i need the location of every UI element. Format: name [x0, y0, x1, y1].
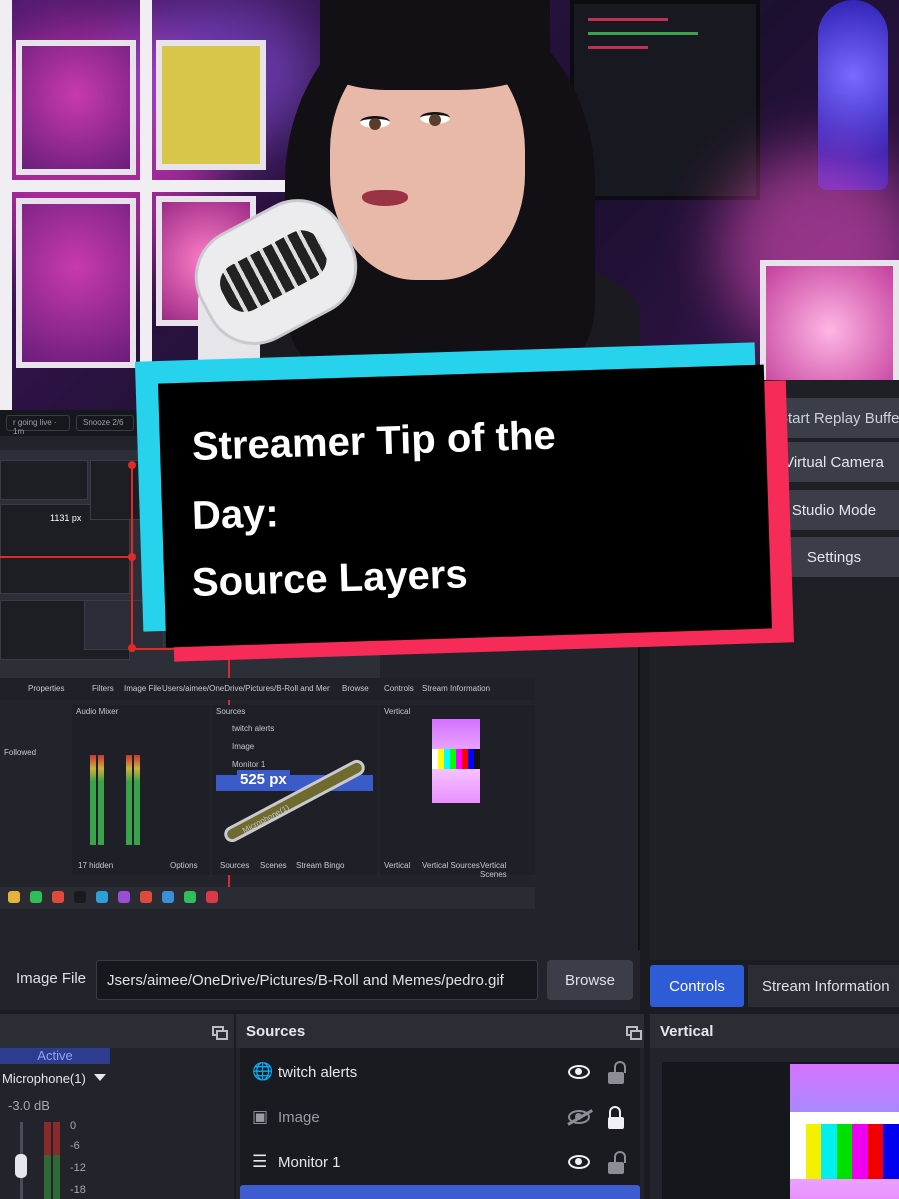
shelf-side: [0, 0, 12, 410]
guide-handle: [128, 461, 136, 469]
inner-tab-vertical[interactable]: Vertical: [384, 861, 410, 870]
mixer-db-value: -3.0 dB: [8, 1098, 50, 1113]
inner-followed: Followed: [4, 748, 37, 757]
measure-525: 525 px: [237, 770, 290, 789]
person-bangs: [320, 0, 550, 90]
sources-title: Sources: [236, 1014, 644, 1048]
inner-browse-button[interactable]: Browse: [342, 684, 369, 693]
undock-icon[interactable]: [212, 1026, 228, 1040]
inner-tab-scenes[interactable]: Scenes: [260, 861, 287, 870]
source-label: twitch alerts: [278, 1063, 358, 1081]
db-tick: -18: [70, 1184, 86, 1196]
source-label: Image: [278, 1108, 320, 1126]
source-row-twitch-alerts[interactable]: 🌐 twitch alerts: [240, 1050, 640, 1094]
inner-vertical-dock: Vertical Vertical Vertical Sources Verti…: [380, 705, 535, 879]
inner-tab-vertical-sources[interactable]: Vertical Sources: [422, 861, 480, 870]
chrome-icon: [52, 891, 64, 903]
inner-tab-sources[interactable]: Sources: [220, 861, 249, 870]
browse-button[interactable]: Browse: [547, 960, 633, 1000]
vertical-title: Vertical: [650, 1014, 899, 1048]
source-row-selected[interactable]: [240, 1185, 640, 1199]
twitch-icon: [118, 891, 130, 903]
eye-icon[interactable]: [568, 1155, 590, 1169]
inner-filters-button[interactable]: Filters: [92, 684, 114, 693]
inner-stream-info-tab[interactable]: Stream Information: [422, 684, 490, 693]
yellow-plush: [156, 40, 266, 170]
image-file-label: Image File: [16, 970, 87, 987]
app-icon: [96, 891, 108, 903]
inner-controls-tab[interactable]: Controls: [384, 684, 414, 693]
image-icon: ▣: [252, 1107, 269, 1126]
color-bars: [790, 1124, 899, 1179]
lock-icon[interactable]: [608, 1106, 624, 1129]
chevron-down-icon[interactable]: [94, 1074, 106, 1081]
unlock-icon[interactable]: [608, 1061, 626, 1084]
inner-audio-mixer: Audio Mixer 17 hidden Options: [72, 705, 210, 875]
inner-image-file-label: Image File: [124, 684, 162, 693]
snooze-chip: Snooze 2/6: [76, 415, 134, 431]
inner-properties-bar: Properties Filters Image File Users/aime…: [0, 678, 535, 700]
plush-figure: [16, 198, 136, 368]
tab-controls[interactable]: Controls: [650, 965, 744, 1007]
undock-icon[interactable]: [626, 1026, 642, 1040]
vertical-preview: [790, 1064, 899, 1199]
browser-icon: [140, 891, 152, 903]
db-tick: 0: [70, 1120, 77, 1132]
mixer-active-badge: Active: [0, 1048, 110, 1064]
inner-source-row[interactable]: twitch alerts: [216, 721, 373, 737]
list-icon: ☰: [252, 1152, 268, 1171]
source-label: Monitor 1: [278, 1153, 341, 1171]
inner-options-button[interactable]: Options: [170, 861, 198, 870]
guide-handle: [128, 644, 136, 652]
globe-icon: 🌐: [252, 1062, 274, 1081]
source-row-monitor-1[interactable]: ☰ Monitor 1: [240, 1140, 640, 1184]
inner-taskbar: [0, 887, 535, 909]
inner-vertical-preview: [432, 719, 480, 803]
inner-properties-button[interactable]: Properties: [28, 684, 64, 693]
volume-meter-left-level: [44, 1155, 51, 1199]
audio-mixer-header: [0, 1014, 234, 1048]
app-icon: [162, 891, 174, 903]
db-tick: -12: [70, 1162, 86, 1174]
spotify-icon: [30, 891, 42, 903]
person-eye-right: [420, 112, 450, 126]
going-live-chip: r going live · 1m: [6, 415, 70, 436]
mixer-channel-name[interactable]: Microphone(1): [2, 1071, 86, 1086]
inner-tab-vertical-scenes[interactable]: Vertical Scenes: [480, 861, 535, 879]
right-plush: [760, 260, 899, 400]
source-row-image[interactable]: ▣ Image: [240, 1095, 640, 1139]
person-eye-left: [360, 116, 390, 130]
title-line-3: Source Layers: [191, 552, 469, 605]
pin-icon: [206, 891, 218, 903]
guide-line: [0, 556, 132, 558]
obs-icon: [74, 891, 86, 903]
person-mouth: [362, 190, 408, 206]
image-file-path-input[interactable]: [96, 960, 538, 1000]
volume-slider-handle[interactable]: [15, 1154, 27, 1178]
measure-1131: 1131 px: [50, 513, 82, 523]
inner-hidden-count: 17 hidden: [78, 861, 114, 870]
unlock-icon[interactable]: [608, 1151, 626, 1174]
folder-icon: [8, 891, 20, 903]
title-line-2: Day:: [191, 491, 280, 538]
inner-source-row[interactable]: Image: [216, 739, 373, 755]
eye-slash-icon[interactable]: [568, 1110, 590, 1124]
eye-icon[interactable]: [568, 1065, 590, 1079]
shelf-divider: [140, 0, 152, 380]
volume-meter-right-level: [53, 1155, 60, 1199]
tab-stream-information[interactable]: Stream Information: [748, 965, 899, 1007]
background-monitor: [570, 0, 760, 200]
guide-handle: [128, 553, 136, 561]
inner-image-file-path: Users/aimee/OneDrive/Pictures/B-Roll and…: [162, 684, 330, 693]
xbox-icon: [184, 891, 196, 903]
db-tick: -6: [70, 1140, 80, 1152]
inner-tab-stream-bingo[interactable]: Stream Bingo: [296, 861, 344, 870]
plush-taco: [16, 40, 136, 175]
inner-sources-dock: Sources twitch alerts Image Monitor 1 Mi…: [212, 705, 377, 875]
